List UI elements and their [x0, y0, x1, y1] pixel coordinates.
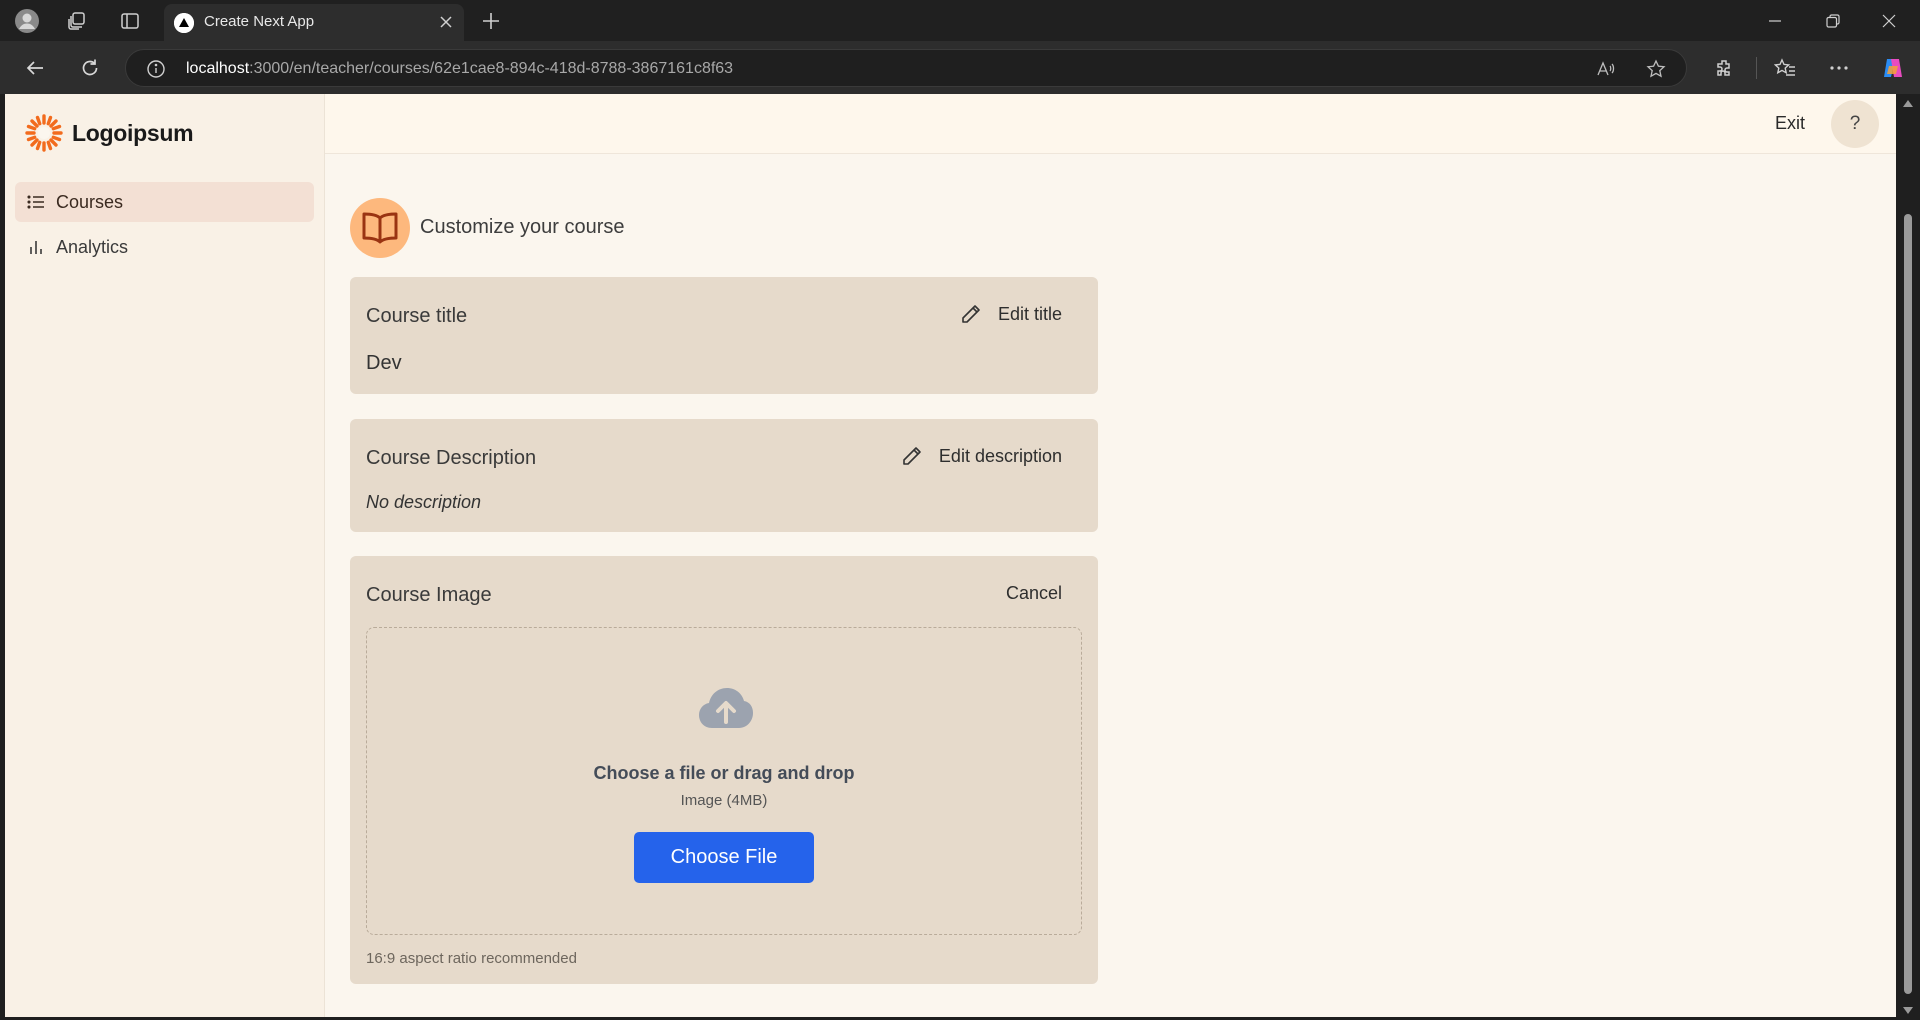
- sidebar-item-analytics[interactable]: Analytics: [15, 227, 314, 267]
- bar-chart-icon: [27, 238, 45, 256]
- logo-text: Logoipsum: [72, 119, 194, 146]
- page-scrollbar[interactable]: [1896, 94, 1920, 1020]
- help-button[interactable]: ?: [1831, 100, 1879, 148]
- reload-icon[interactable]: [77, 55, 103, 81]
- cancel-button[interactable]: Cancel: [1006, 583, 1062, 604]
- exit-button[interactable]: Exit: [1771, 108, 1809, 138]
- address-bar[interactable]: localhost:3000/en/teacher/courses/62e1ca…: [125, 49, 1687, 87]
- edit-description-button[interactable]: Edit description: [901, 445, 1062, 467]
- close-icon[interactable]: [436, 12, 456, 32]
- browser-tab-active[interactable]: Create Next App: [164, 4, 464, 41]
- favorite-star-icon[interactable]: [1646, 59, 1666, 79]
- read-aloud-icon[interactable]: [1596, 59, 1616, 79]
- course-description-card: Course Description Edit description No d…: [350, 419, 1098, 532]
- main-content: Customize your course Course title Edit …: [325, 154, 1896, 1017]
- minimize-icon[interactable]: [1752, 0, 1798, 41]
- cloud-upload-icon: [699, 688, 753, 728]
- browser-tab-bar: Create Next App: [0, 0, 1920, 41]
- favorites-list-icon[interactable]: [1772, 55, 1798, 81]
- course-title-value: Dev: [366, 352, 402, 374]
- restore-icon[interactable]: [1810, 0, 1856, 41]
- profile-icon[interactable]: [14, 8, 40, 34]
- sidebar-item-label: Analytics: [56, 236, 129, 257]
- window-close-icon[interactable]: [1866, 0, 1912, 41]
- url-text[interactable]: localhost:3000/en/teacher/courses/62e1ca…: [186, 59, 733, 79]
- course-image-card: Course Image Cancel Choose a file or dra…: [350, 556, 1098, 984]
- pencil-icon: [901, 445, 923, 467]
- pencil-icon: [960, 303, 982, 325]
- aspect-ratio-note: 16:9 aspect ratio recommended: [366, 950, 577, 967]
- dropzone-title: Choose a file or drag and drop: [593, 763, 855, 783]
- list-icon: [27, 193, 45, 211]
- new-tab-plus-icon[interactable]: [478, 8, 504, 34]
- scroll-up-arrow-icon[interactable]: [1903, 100, 1913, 107]
- browser-toolbar: localhost:3000/en/teacher/courses/62e1ca…: [0, 41, 1920, 94]
- scroll-down-arrow-icon[interactable]: [1903, 1007, 1913, 1014]
- card-label: Course title: [366, 305, 468, 327]
- dropzone-subtitle: Image (4MB): [680, 792, 768, 809]
- workspaces-icon[interactable]: [64, 8, 90, 34]
- edit-title-button[interactable]: Edit title: [960, 303, 1062, 325]
- tab-title: Create Next App: [204, 13, 315, 30]
- logo-sun-icon: [25, 114, 63, 152]
- sidebar-item-courses[interactable]: Courses: [15, 182, 314, 222]
- file-dropzone[interactable]: Choose a file or drag and drop Image (4M…: [366, 627, 1082, 935]
- toolbar-separator: [1756, 57, 1757, 79]
- book-open-icon: [350, 198, 410, 258]
- logo[interactable]: Logoipsum: [24, 113, 194, 153]
- extensions-icon[interactable]: [1711, 55, 1737, 81]
- sidebar: Logoipsum Courses Analytics: [5, 94, 325, 1017]
- copilot-icon[interactable]: [1880, 55, 1906, 81]
- choose-file-button[interactable]: Choose File: [634, 832, 814, 883]
- site-info-icon[interactable]: [146, 59, 166, 79]
- more-options-icon[interactable]: [1826, 55, 1852, 81]
- page-title: Customize your course: [420, 216, 625, 238]
- nextjs-favicon-icon: [174, 13, 194, 33]
- card-label: Course Description: [366, 447, 537, 469]
- course-title-card: Course title Edit title Dev: [350, 277, 1098, 394]
- sidebar-item-label: Courses: [56, 191, 124, 212]
- course-description-value: No description: [366, 492, 482, 512]
- tab-actions-icon[interactable]: [117, 8, 143, 34]
- back-arrow-icon[interactable]: [22, 55, 48, 81]
- top-bar: Exit ?: [325, 94, 1896, 154]
- card-label: Course Image: [366, 584, 492, 606]
- page-viewport: Logoipsum Courses Analytics Exit ? Custo…: [5, 94, 1896, 1017]
- scrollbar-thumb[interactable]: [1904, 214, 1912, 994]
